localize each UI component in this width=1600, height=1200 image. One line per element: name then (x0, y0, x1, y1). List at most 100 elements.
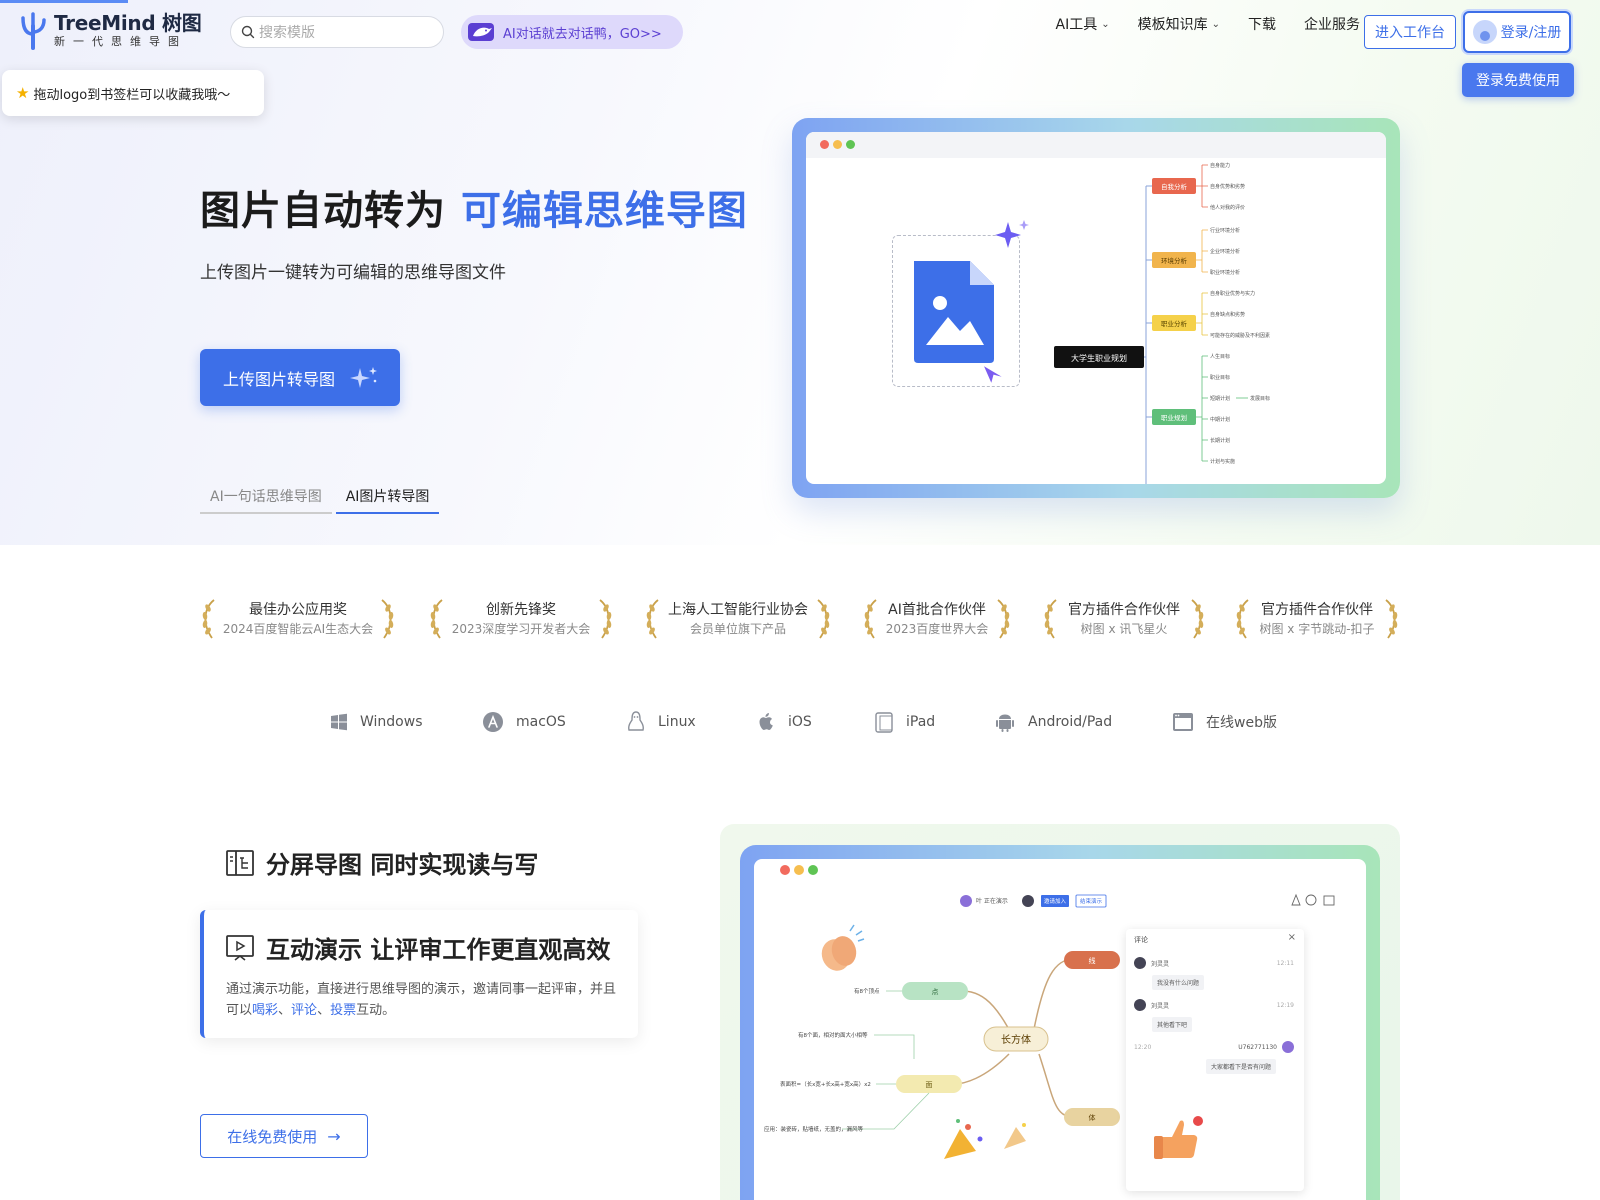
platform-label: Android/Pad (1028, 714, 1113, 730)
sparkle-icon (995, 220, 1029, 248)
comment-time: 12:20 (1134, 1043, 1152, 1051)
award-badge: 官方插件合作伙伴 树图 x 字节跳动-扣子 (1234, 594, 1400, 644)
macos-icon (483, 712, 503, 732)
platform-macos[interactable]: macOS (482, 708, 566, 736)
leaf-label: 发展目标 (1250, 395, 1270, 402)
demo-node-label: 线 (1089, 956, 1096, 965)
feature-preview-window: 叶 正在演示 邀请加入 结束演示 长方体 点 线 面 体 有8个顶点 有8个面，… (754, 859, 1366, 1200)
leaf-label: 人生目标 (1210, 353, 1230, 360)
award-subtitle: 会员单位旗下产品 (689, 622, 786, 636)
demo-note: 有8个面，相对的面大小相等 (798, 1031, 868, 1039)
online-free-button[interactable]: 在线免费使用 → (200, 1114, 368, 1158)
image-drop-zone (892, 235, 1020, 387)
nav-ai-tools[interactable]: AI工具 ⌄ (1056, 14, 1110, 34)
ipad-icon (875, 712, 893, 733)
split-screen-icon (226, 849, 254, 876)
link-comment[interactable]: 评论 (291, 1003, 317, 1018)
hero-title: 图片自动转为 可编辑思维导图 (200, 178, 748, 236)
link-cheer[interactable]: 喝彩 (252, 1003, 278, 1018)
star-icon: ★ (16, 84, 30, 102)
award-subtitle: 2023百度世界大会 (885, 622, 989, 636)
laurel-right-icon (997, 599, 1010, 639)
award-badge: 上海人工智能行业协会 会员单位旗下产品 (644, 594, 832, 644)
award-title: 创新先锋奖 (486, 602, 556, 618)
feature-split-title: 分屏导图 同时实现读与写 (266, 851, 539, 879)
feature-desc-separator: 、 (317, 1003, 331, 1018)
top-header: TreeMind 树图 新一代思维导图 搜索模版 AI对话就去对话鸭，GO>> … (0, 0, 1600, 64)
ai-chat-text: AI对话就去对话鸭，GO>> (503, 26, 662, 42)
award-badge: 官方插件合作伙伴 树图 x 讯飞星火 (1042, 594, 1206, 644)
demo-center-label: 长方体 (1001, 1033, 1031, 1046)
leaf-label: 他人对我的评价 (1210, 204, 1245, 211)
feature-card-description: 通过演示功能，直接进行思维导图的演示，邀请同事一起评审，并且可以喝彩、评论、投票… (226, 979, 626, 1021)
hero-preview-window: 大学生职业规划 自我分析 自身能力 自身优势和劣势 他人对我的评价 环境分析 行… (806, 132, 1386, 484)
chevron-down-icon: ⌄ (1101, 18, 1110, 30)
nav-templates[interactable]: 模板知识库 ⌄ (1138, 14, 1220, 34)
leaf-label: 可能存在的威胁及不利因素 (1210, 332, 1270, 339)
login-register-label: 登录/注册 (1500, 25, 1562, 41)
platform-label: macOS (516, 714, 566, 730)
award-badge: 最佳办公应用奖 2024百度智能云AI生态大会 (200, 594, 396, 644)
award-text: 官方插件合作伙伴 树图 x 讯飞星火 (1060, 600, 1188, 638)
award-subtitle: 2024百度智能云AI生态大会 (222, 622, 374, 636)
workbench-button[interactable]: 进入工作台 (1364, 15, 1456, 49)
mindmap-root-label: 大学生职业规划 (1071, 353, 1127, 363)
laurel-left-icon (864, 599, 877, 639)
platform-linux[interactable]: Linux (626, 708, 696, 736)
award-subtitle: 2023深度学习开发者大会 (451, 622, 591, 636)
tab-ai-image-mindmap[interactable]: AI图片转导图 (335, 482, 440, 514)
apple-icon (759, 713, 773, 730)
demo-note: 应用：装瓷砖，贴墙纸，无盖的，漏风等 (764, 1125, 864, 1133)
platform-web[interactable]: 在线web版 (1172, 708, 1277, 736)
feature-card-presentation[interactable]: 互动演示 让评审工作更直观高效 通过演示功能，直接进行思维导图的演示，邀请同事一… (200, 910, 638, 1038)
demo-note: 表面积=（长x宽+长x高+宽x高）x2 (780, 1080, 871, 1088)
award-text: AI首批合作伙伴 2023百度世界大会 (880, 600, 994, 638)
online-free-label: 在线免费使用 (227, 1127, 318, 1146)
laurel-left-icon (1236, 599, 1249, 639)
leaf-label: 中期计划 (1210, 416, 1230, 423)
upload-image-button[interactable]: 上传图片转导图 (200, 349, 400, 406)
window-controls (820, 140, 859, 149)
laurel-left-icon (202, 599, 215, 639)
tab-ai-sentence-mindmap[interactable]: AI一句话思维导图 (200, 482, 332, 514)
feature-split-heading[interactable]: 分屏导图 同时实现读与写 (226, 845, 538, 880)
hero-preview-frame: 大学生职业规划 自我分析 自身能力 自身优势和劣势 他人对我的评价 环境分析 行… (792, 118, 1400, 498)
login-register-button[interactable]: 登录/注册 (1463, 11, 1571, 53)
comment-time: 12:11 (1276, 959, 1294, 967)
platform-android[interactable]: Android/Pad (994, 708, 1112, 736)
award-text: 上海人工智能行业协会 会员单位旗下产品 (662, 600, 814, 638)
search-input[interactable]: 搜索模版 (230, 16, 444, 48)
nav-download[interactable]: 下载 (1248, 14, 1276, 34)
comment-text: 大家都看下是否有问题 (1205, 1059, 1276, 1074)
platform-ios[interactable]: iOS (756, 708, 812, 736)
link-vote[interactable]: 投票 (330, 1003, 356, 1018)
branch-label: 职业规划 (1161, 413, 1187, 422)
treemind-logo[interactable]: TreeMind 树图 新一代思维导图 (18, 10, 202, 50)
laurel-left-icon (646, 599, 659, 639)
login-free-button[interactable]: 登录免费使用 (1462, 63, 1574, 97)
logo-title: TreeMind 树图 (54, 11, 202, 35)
platform-windows[interactable]: Windows (330, 708, 423, 736)
laurel-right-icon (1385, 599, 1398, 639)
hero-subtitle: 上传图片一键转为可编辑的思维导图文件 (200, 263, 506, 283)
avatar (1134, 957, 1146, 969)
close-icon[interactable]: × (1288, 932, 1296, 943)
award-text: 官方插件合作伙伴 树图 x 字节跳动-扣子 (1252, 600, 1382, 638)
linux-icon (628, 711, 644, 731)
comment-item: 刘灵灵 12:19 其他看下吧 (1134, 999, 1294, 1032)
comment-time: 12:19 (1276, 1001, 1294, 1009)
comment-user: 刘灵灵 (1151, 960, 1170, 968)
comment-item: 刘灵灵 12:11 我没有什么问题 (1134, 957, 1294, 990)
avatar (1134, 999, 1146, 1011)
party-popper-icon (944, 1119, 1026, 1159)
window-maximize-dot (846, 140, 855, 149)
platform-ipad[interactable]: iPad (874, 708, 935, 736)
ai-chat-banner[interactable]: AI对话就去对话鸭，GO>> (461, 15, 683, 49)
award-text: 最佳办公应用奖 2024百度智能云AI生态大会 (218, 600, 378, 638)
laurel-right-icon (817, 599, 830, 639)
leaf-label: 自身职业优势与实力 (1210, 290, 1255, 297)
nav-download-label: 下载 (1248, 17, 1276, 33)
leaf-label: 计划与实施 (1210, 458, 1235, 465)
mindmap-preview: 大学生职业规划 自我分析 自身能力 自身优势和劣势 他人对我的评价 环境分析 行… (1054, 162, 1270, 484)
nav-enterprise[interactable]: 企业服务 (1304, 14, 1360, 34)
